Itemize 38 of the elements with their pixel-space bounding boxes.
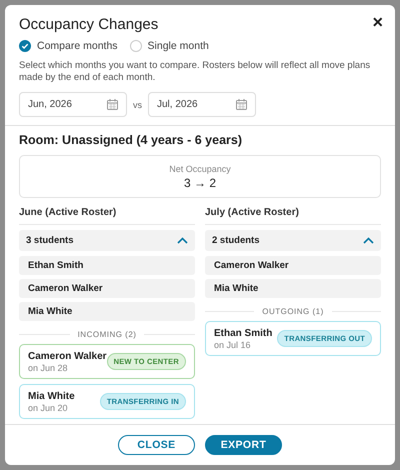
- net-occupancy-value: 3 → 2: [184, 176, 216, 190]
- chevron-icon[interactable]: [363, 237, 374, 244]
- student-count-toggle[interactable]: 3 students: [19, 230, 195, 251]
- dialog-title: Occupancy Changes: [19, 16, 158, 33]
- export-button[interactable]: EXPORT: [205, 435, 282, 455]
- student-name: Ethan Smith: [214, 328, 272, 338]
- roster-heading: July (Active Roster): [205, 207, 381, 225]
- radio-option[interactable]: Single month: [130, 40, 209, 52]
- calendar-icon[interactable]: [107, 99, 118, 110]
- month-value: Jun, 2026: [28, 99, 72, 110]
- change-date: on Jun 28: [28, 362, 69, 372]
- description-text: Select which months you want to compare. Rosters below will reflect all move plans made by the end of each month.: [19, 60, 372, 84]
- room-title: Room: Unassigned (4 years - 6 years): [19, 133, 243, 147]
- close-button[interactable]: CLOSE: [118, 435, 195, 455]
- change-date: on Jul 16: [214, 340, 252, 350]
- section-label: OUTGOING (1): [262, 307, 324, 316]
- chevron-icon[interactable]: [177, 237, 188, 244]
- roster-heading: June (Active Roster): [19, 207, 195, 225]
- student-row: Ethan Smith: [19, 256, 195, 275]
- student-row: Mia White: [19, 302, 195, 321]
- radio-label: Compare months: [37, 40, 118, 52]
- student-row: Cameron Walker: [205, 256, 381, 275]
- calendar-icon[interactable]: [236, 99, 247, 110]
- student-count-toggle[interactable]: 2 students: [205, 230, 381, 251]
- net-occupancy-label: Net Occupancy: [169, 164, 231, 174]
- student-name: Mia White: [28, 390, 75, 402]
- radio-label: Single month: [148, 40, 209, 52]
- student-row: Mia White: [205, 279, 381, 298]
- vs-label: vs: [133, 100, 142, 110]
- student-row: Cameron Walker: [19, 279, 195, 298]
- month-field[interactable]: Jun, 2026: [19, 92, 127, 117]
- student-name: Cameron Walker: [28, 350, 107, 362]
- month-field[interactable]: Jul, 2026: [148, 92, 256, 117]
- radio-icon[interactable]: [19, 40, 31, 52]
- radio-option[interactable]: Compare months: [19, 40, 118, 52]
- change-date: on Jun 20: [28, 402, 69, 412]
- month-value: Jul, 2026: [157, 99, 198, 110]
- section-label: INCOMING (2): [78, 330, 136, 339]
